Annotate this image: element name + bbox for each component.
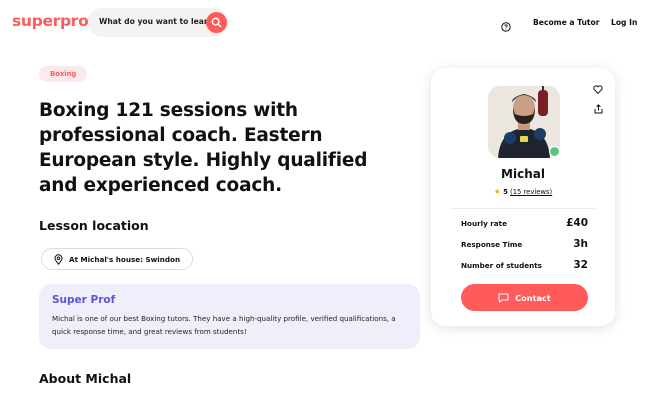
- help-icon: [501, 22, 511, 32]
- search-placeholder: What do you want to learn?: [99, 17, 218, 26]
- share-button[interactable]: [594, 99, 603, 118]
- help-button[interactable]: [501, 17, 511, 36]
- hourly-rate-label: Hourly rate: [461, 219, 507, 228]
- super-prof-title: Super Prof: [52, 294, 116, 306]
- star-icon: ★: [493, 187, 501, 196]
- share-icon: [594, 104, 603, 114]
- super-prof-box: Super Prof Michal is one of our best Box…: [39, 284, 420, 349]
- page-title: Boxing 121 sessions with professional co…: [39, 100, 368, 196]
- students-label: Number of students: [461, 261, 542, 270]
- students-value: 32: [573, 259, 588, 271]
- lesson-location-heading: Lesson location: [39, 218, 149, 233]
- contact-button[interactable]: Contact: [461, 284, 588, 311]
- search-icon: [211, 17, 222, 28]
- hourly-rate-value: £40: [566, 217, 588, 229]
- location-pill[interactable]: At Michal's house: Swindon: [41, 248, 194, 270]
- login-link[interactable]: Log In: [611, 18, 637, 27]
- location-label: At Michal's house: Swindon: [69, 254, 181, 264]
- tutor-name: Michal: [501, 167, 545, 181]
- rating-value: 5: [503, 188, 508, 196]
- about-heading: About Michal: [39, 371, 132, 386]
- tutor-card: Michal ★ 5 (15 reviews) Hourly rate £40 …: [431, 68, 615, 326]
- chat-icon: [498, 293, 509, 303]
- response-time-label: Response Time: [461, 240, 523, 249]
- response-time-value: 3h: [573, 238, 588, 250]
- search-button[interactable]: [206, 12, 227, 33]
- become-tutor-link[interactable]: Become a Tutor: [533, 18, 599, 27]
- rating: ★ 5 (15 reviews): [431, 187, 615, 196]
- super-prof-description: Michal is one of our best Boxing tutors.…: [52, 314, 396, 336]
- header: superprof What do you want to learn? Bec…: [0, 0, 656, 46]
- location-pin-icon: [54, 253, 63, 265]
- favorite-button[interactable]: [593, 79, 603, 98]
- logo[interactable]: superprof: [12, 12, 95, 30]
- subject-badge[interactable]: Boxing: [39, 66, 88, 82]
- reviews-link[interactable]: (15 reviews): [510, 188, 552, 196]
- heart-icon: [593, 85, 603, 95]
- contact-label: Contact: [515, 292, 551, 303]
- divider: [451, 208, 595, 209]
- verified-icon: [549, 146, 560, 157]
